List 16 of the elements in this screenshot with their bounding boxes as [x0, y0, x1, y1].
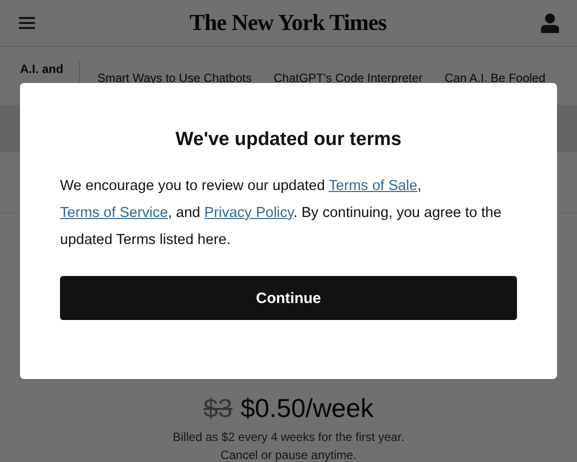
nav-link[interactable]: ChatGPT's Code Interpreter	[274, 71, 423, 85]
dialog-text: We encourage you to review our updated Terms of Sale, Terms of Service, and Privacy Policy. By continuing, you agree to the updated Terms listed here.	[60, 177, 502, 250]
terms-link[interactable]: Terms of Sale	[328, 178, 418, 194]
old-price: $3	[204, 393, 232, 424]
continue-button[interactable]: Continue	[60, 276, 517, 320]
terms-link[interactable]: Privacy Policy	[204, 205, 294, 221]
menu-icon[interactable]	[19, 17, 35, 29]
user-icon[interactable]	[540, 13, 559, 33]
nav-link[interactable]: Can A.I. Be Fooled	[444, 71, 546, 85]
terms-link[interactable]: Terms of Service	[60, 205, 168, 221]
cancel-note: Cancel or pause anytime.	[219, 448, 358, 462]
nav-link[interactable]: Smart Ways to Use Chatbots	[97, 71, 252, 85]
logo[interactable]: The New York Times	[190, 10, 386, 36]
billing-text: Billed as $2 every 4 weeks for the first year.	[172, 430, 406, 444]
price: $0.50/week	[240, 393, 374, 424]
dialog-title: We've updated our terms	[176, 129, 402, 151]
